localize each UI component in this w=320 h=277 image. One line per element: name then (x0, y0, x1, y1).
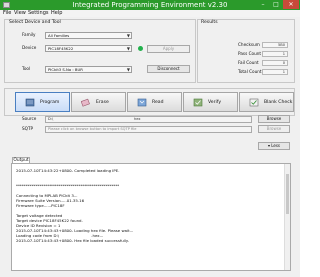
total-count-label: Total Count (238, 69, 262, 74)
output-line: Firmware type......PIC18F (16, 203, 65, 208)
close-button[interactable]: ✕ (283, 0, 299, 9)
sqtp-browse-button[interactable]: Browse (258, 125, 290, 133)
verify-button[interactable]: Verify (183, 92, 238, 112)
source-extension: hex (134, 117, 141, 121)
device-label: Device (22, 45, 37, 50)
chevron-down-icon: ▼ (126, 67, 130, 72)
sqtp-label: SQTP (22, 126, 34, 131)
output-line: 2015-07-10T14:43:43+0800- Hex file loade… (16, 238, 129, 243)
verify-icon (193, 98, 203, 107)
scrollbar-thumb[interactable] (286, 174, 289, 214)
pass-count-value: 1 (262, 51, 288, 57)
erase-button[interactable]: Erase (71, 92, 126, 112)
program-icon (25, 98, 35, 107)
output-line: 2015-07-10T14:43:22+0800- Completed load… (16, 168, 120, 173)
verify-label: Verify (208, 100, 222, 105)
apply-button[interactable]: Apply (147, 45, 190, 53)
ipe-window: Integrated Programming Environment v2.30… (0, 0, 300, 277)
family-select[interactable]: All Families ▼ (45, 32, 132, 39)
read-button[interactable]: Read (127, 92, 182, 112)
checksum-label: Checksum (238, 42, 260, 47)
tool-label: Tool (22, 66, 31, 71)
total-count-value: 1 (262, 69, 288, 75)
program-label: Program (40, 100, 60, 105)
select-device-label: Select Device and Tool (9, 20, 61, 25)
source-label: Source (22, 116, 37, 121)
source-browse-button[interactable]: Browse (258, 115, 290, 123)
output-console[interactable]: 2015-07-10T14:43:22+0800- Completed load… (11, 163, 291, 271)
blank-check-icon (249, 98, 259, 107)
program-button[interactable]: Program (15, 92, 70, 112)
output-line: ****************************************… (16, 183, 120, 188)
tool-select[interactable]: PICkit3 S.No : BUR ▼ (45, 66, 132, 73)
less-button[interactable]: ▾ Less (258, 142, 290, 150)
maximize-button[interactable]: □ (270, 0, 282, 9)
device-value: PIC18F45K22 (48, 46, 74, 51)
chevron-down-icon: ▼ (126, 46, 130, 51)
fail-count-label: Fail Count (238, 60, 259, 65)
device-select[interactable]: PIC18F45K22 ▼ (45, 45, 132, 52)
family-value: All Families (48, 33, 70, 38)
source-field[interactable]: D:\ hex (45, 116, 252, 123)
family-label: Family (22, 32, 36, 37)
blank-check-label: Blank Check (264, 100, 293, 105)
minimize-button[interactable]: – (257, 0, 269, 9)
chevron-down-icon: ▼ (126, 33, 130, 38)
menu-settings[interactable]: Settings (28, 10, 49, 17)
erase-label: Erase (96, 100, 109, 105)
tool-value: PICkit3 S.No : BUR (48, 67, 83, 72)
title-bar[interactable]: Integrated Programming Environment v2.30… (0, 0, 300, 10)
results-label: Results (201, 20, 218, 25)
output-scrollbar[interactable] (284, 164, 290, 270)
read-label: Read (152, 100, 164, 105)
source-value: D:\ (48, 117, 54, 121)
sqtp-field[interactable]: Please click on browse button to import … (45, 126, 252, 133)
window-title: Integrated Programming Environment v2.30 (72, 1, 228, 9)
blank-check-button[interactable]: Blank Check (239, 92, 294, 112)
checksum-value: 5B0 (262, 42, 288, 48)
menu-bar: File View Settings Help (0, 10, 300, 17)
menu-view[interactable]: View (14, 10, 26, 17)
menu-file[interactable]: File (3, 10, 11, 17)
device-status-indicator (138, 46, 143, 51)
read-icon (137, 98, 147, 107)
fail-count-value: 0 (262, 60, 288, 66)
erase-icon (81, 98, 90, 107)
disconnect-button[interactable]: Disconnect (147, 65, 190, 73)
pass-count-label: Pass Count (238, 51, 262, 56)
menu-help[interactable]: Help (51, 10, 62, 17)
